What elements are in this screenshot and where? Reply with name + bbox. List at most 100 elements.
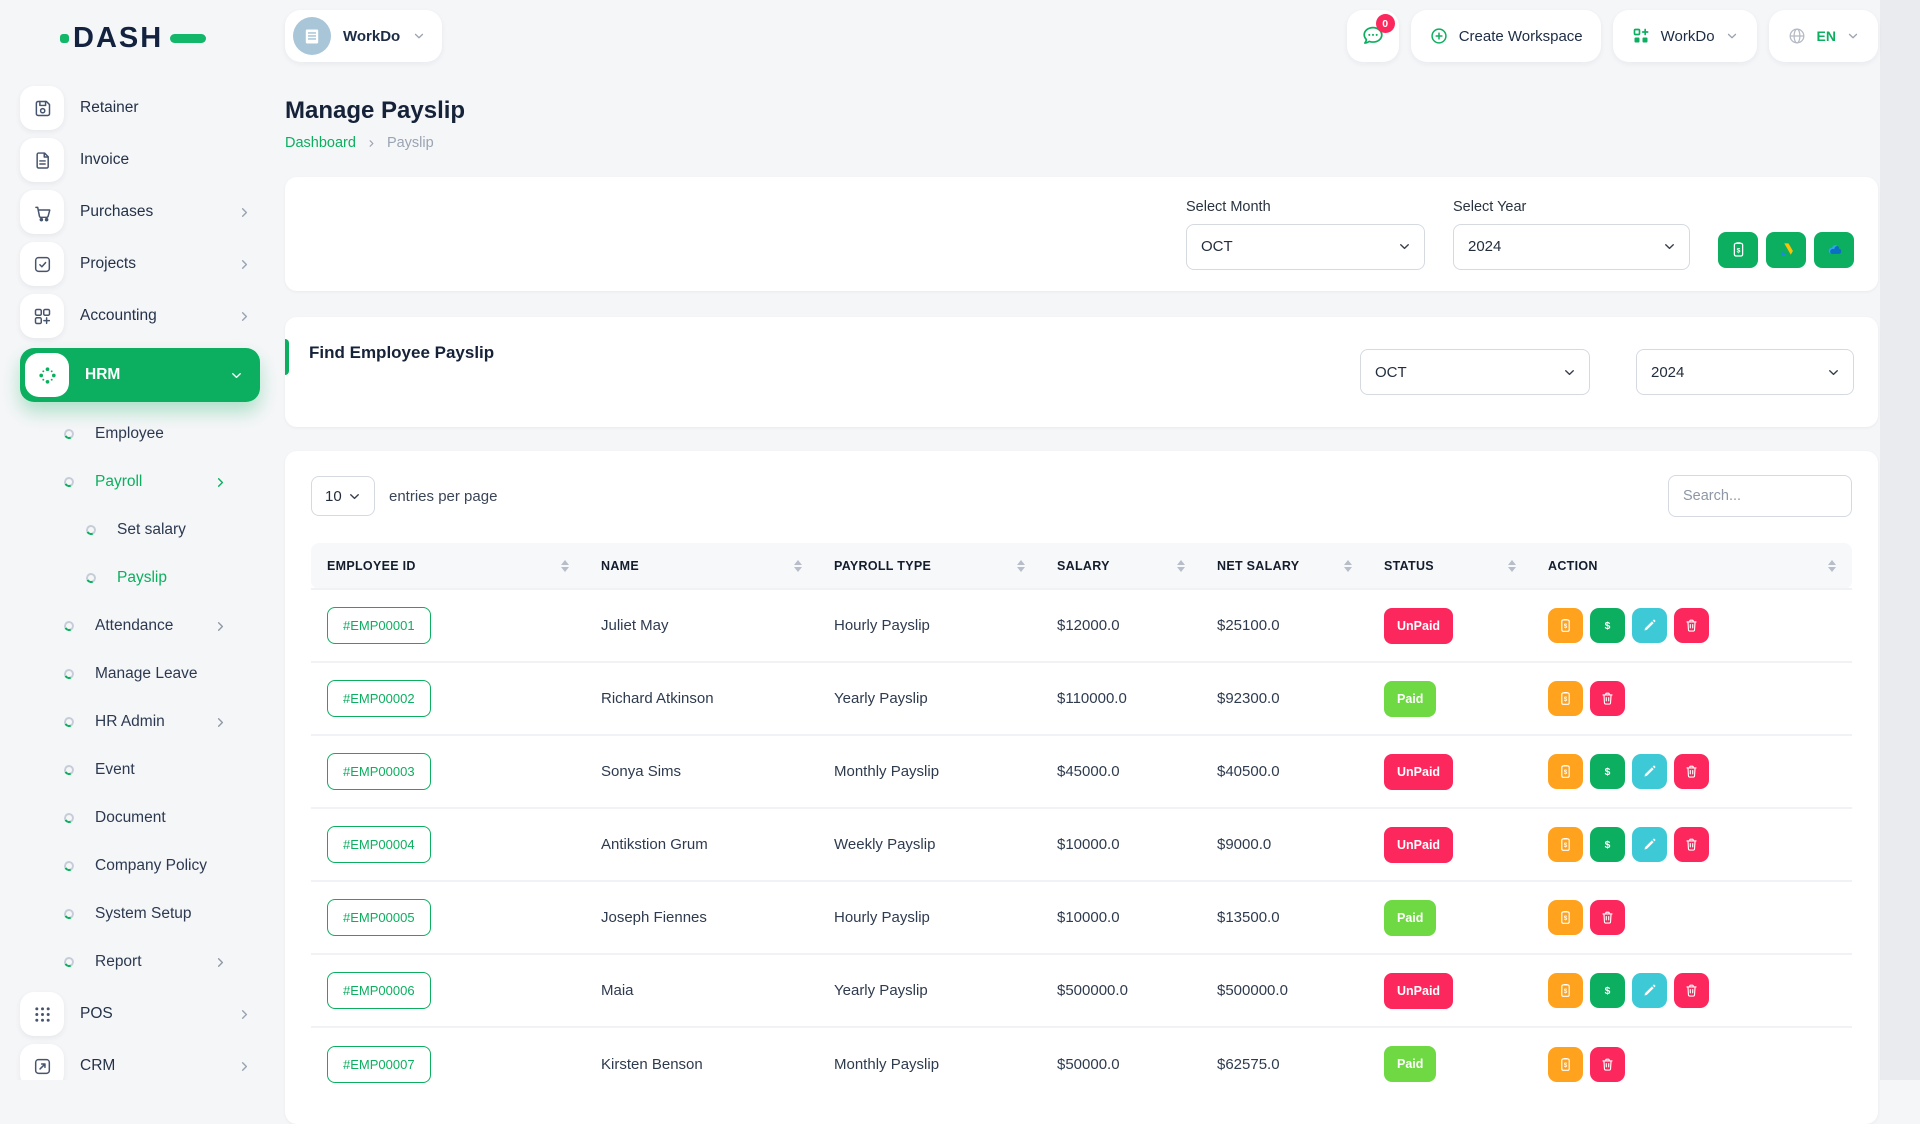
delete-button[interactable] bbox=[1674, 973, 1709, 1008]
payslip-button[interactable]: $ bbox=[1548, 681, 1583, 716]
payslip-table: EMPLOYEE ID NAME PAYROLL TYPESALARYNET SAL… bbox=[311, 543, 1852, 1100]
employee-id-cell: #EMP00001 bbox=[311, 589, 585, 662]
sidebar-subitem-document[interactable]: Document bbox=[0, 794, 280, 842]
sidebar-subitem-hr-admin[interactable]: HR Admin bbox=[0, 698, 280, 746]
status-cell: UnPaid bbox=[1368, 589, 1532, 662]
sidebar-item-hrm[interactable]: HRM bbox=[20, 348, 260, 402]
pay-button[interactable]: $ bbox=[1590, 827, 1625, 862]
sidebar-subitem-set-salary[interactable]: Set salary bbox=[0, 506, 280, 554]
page-title: Manage Payslip bbox=[285, 97, 1878, 125]
messages-button[interactable]: 0 bbox=[1347, 10, 1399, 62]
delete-button[interactable] bbox=[1590, 1047, 1625, 1082]
sidebar-subitem-system-setup[interactable]: System Setup bbox=[0, 890, 280, 938]
sidebar-subitem-manage-leave[interactable]: Manage Leave bbox=[0, 650, 280, 698]
bullet-icon bbox=[63, 908, 76, 921]
chevron-down-icon bbox=[1826, 365, 1841, 380]
sidebar-item-purchases[interactable]: Purchases bbox=[20, 188, 260, 236]
sidebar-subitem-employee[interactable]: Employee bbox=[0, 410, 280, 458]
sidebar-subitem-label: Report bbox=[95, 953, 142, 971]
create-workspace-button[interactable]: Create Workspace bbox=[1411, 10, 1601, 62]
payslip-button[interactable]: $ bbox=[1548, 827, 1583, 862]
dollar-icon: $ bbox=[1599, 763, 1616, 780]
sidebar-subitem-payroll[interactable]: Payroll bbox=[0, 458, 280, 506]
sort-icon bbox=[794, 560, 802, 572]
net-salary-cell: $92300.0 bbox=[1201, 662, 1368, 735]
status-cell: UnPaid bbox=[1368, 735, 1532, 808]
sidebar-subitem-company-policy[interactable]: Company Policy bbox=[0, 842, 280, 890]
pay-button[interactable]: $ bbox=[1590, 973, 1625, 1008]
column-header-employee-id[interactable]: EMPLOYEE ID bbox=[311, 543, 585, 589]
row-actions: $$ bbox=[1548, 754, 1836, 789]
salary-cell: $10000.0 bbox=[1041, 808, 1201, 881]
column-header-inner: NAME bbox=[601, 559, 802, 573]
column-header-salary[interactable]: SALARY bbox=[1041, 543, 1201, 589]
workspace-selector[interactable]: WorkDo bbox=[285, 10, 442, 62]
column-header-name[interactable]: NAME bbox=[585, 543, 818, 589]
sidebar-item-pos[interactable]: POS bbox=[20, 990, 260, 1038]
employee-id-badge[interactable]: #EMP00003 bbox=[327, 753, 431, 790]
employee-id-cell: #EMP00007 bbox=[311, 1027, 585, 1100]
sidebar-item-invoice[interactable]: Invoice bbox=[20, 136, 260, 184]
clipboard-dollar-icon: $ bbox=[1557, 1056, 1574, 1073]
delete-button[interactable] bbox=[1674, 827, 1709, 862]
payslip-button[interactable]: $ bbox=[1548, 1047, 1583, 1082]
page-size-select[interactable]: 10 bbox=[311, 476, 375, 516]
edit-button[interactable] bbox=[1632, 754, 1667, 789]
column-header-inner: EMPLOYEE ID bbox=[327, 559, 569, 573]
sidebar-subitem-event[interactable]: Event bbox=[0, 746, 280, 794]
edit-button[interactable] bbox=[1632, 827, 1667, 862]
payslip-button[interactable]: $ bbox=[1548, 608, 1583, 643]
month-select[interactable]: OCT bbox=[1186, 224, 1425, 270]
cloud-export-button[interactable] bbox=[1814, 232, 1854, 268]
delete-button[interactable] bbox=[1590, 900, 1625, 935]
employee-id-badge[interactable]: #EMP00004 bbox=[327, 826, 431, 863]
employee-id-badge[interactable]: #EMP00006 bbox=[327, 972, 431, 1009]
payslip-button[interactable]: $ bbox=[1548, 754, 1583, 789]
sidebar-item-projects[interactable]: Projects bbox=[20, 240, 260, 288]
employee-name-cell: Richard Atkinson bbox=[585, 662, 818, 735]
svg-text:$: $ bbox=[1564, 1063, 1568, 1069]
search-input[interactable] bbox=[1668, 475, 1852, 517]
year-select[interactable]: 2024 bbox=[1453, 224, 1690, 270]
find-year-select[interactable]: 2024 bbox=[1636, 349, 1854, 395]
sidebar-item-accounting[interactable]: Accounting bbox=[20, 292, 260, 340]
delete-button[interactable] bbox=[1674, 608, 1709, 643]
payslip-button[interactable]: $ bbox=[1548, 973, 1583, 1008]
pay-button[interactable]: $ bbox=[1590, 754, 1625, 789]
sidebar-subitem-attendance[interactable]: Attendance bbox=[0, 602, 280, 650]
employee-id-badge[interactable]: #EMP00001 bbox=[327, 607, 431, 644]
delete-button[interactable] bbox=[1590, 681, 1625, 716]
page-size-value: 10 bbox=[325, 488, 342, 505]
app-root: DASH RetainerInvoicePurchasesProjectsAcc… bbox=[0, 0, 1920, 1080]
employee-id-badge[interactable]: #EMP00007 bbox=[327, 1046, 431, 1083]
column-header-net-salary[interactable]: NET SALARY bbox=[1201, 543, 1368, 589]
messages-count-badge: 0 bbox=[1376, 14, 1395, 33]
sidebar-item-retainer[interactable]: Retainer bbox=[20, 84, 260, 132]
find-month-select[interactable]: OCT bbox=[1360, 349, 1590, 395]
crm-icon bbox=[20, 1044, 64, 1080]
workdo-menu-button[interactable]: WorkDo bbox=[1613, 10, 1757, 62]
delete-button[interactable] bbox=[1674, 754, 1709, 789]
sidebar-subitem-payslip[interactable]: Payslip bbox=[0, 554, 280, 602]
chevron-right-icon bbox=[237, 205, 252, 220]
payslip-button[interactable]: $ bbox=[1548, 900, 1583, 935]
breadcrumb-dashboard-link[interactable]: Dashboard bbox=[285, 135, 356, 151]
column-header-payroll-type[interactable]: PAYROLL TYPE bbox=[818, 543, 1041, 589]
column-header-action[interactable]: ACTION bbox=[1532, 543, 1852, 589]
column-header-status[interactable]: STATUS bbox=[1368, 543, 1532, 589]
sidebar-subitem-label: Payslip bbox=[117, 569, 167, 587]
bullet-icon bbox=[85, 572, 98, 585]
pay-button[interactable]: $ bbox=[1590, 608, 1625, 643]
edit-button[interactable] bbox=[1632, 608, 1667, 643]
sidebar-item-crm[interactable]: CRM bbox=[20, 1042, 260, 1080]
employee-id-badge[interactable]: #EMP00002 bbox=[327, 680, 431, 717]
drive-export-button[interactable] bbox=[1766, 232, 1806, 268]
sidebar-item-label: Projects bbox=[80, 255, 136, 273]
salary-cell: $50000.0 bbox=[1041, 1027, 1201, 1100]
edit-button[interactable] bbox=[1632, 973, 1667, 1008]
employee-id-badge[interactable]: #EMP00005 bbox=[327, 899, 431, 936]
language-selector[interactable]: EN bbox=[1769, 10, 1878, 62]
bulk-payment-button[interactable]: $ bbox=[1718, 232, 1758, 268]
sidebar-subitem-report[interactable]: Report bbox=[0, 938, 280, 986]
cart-icon bbox=[20, 190, 64, 234]
